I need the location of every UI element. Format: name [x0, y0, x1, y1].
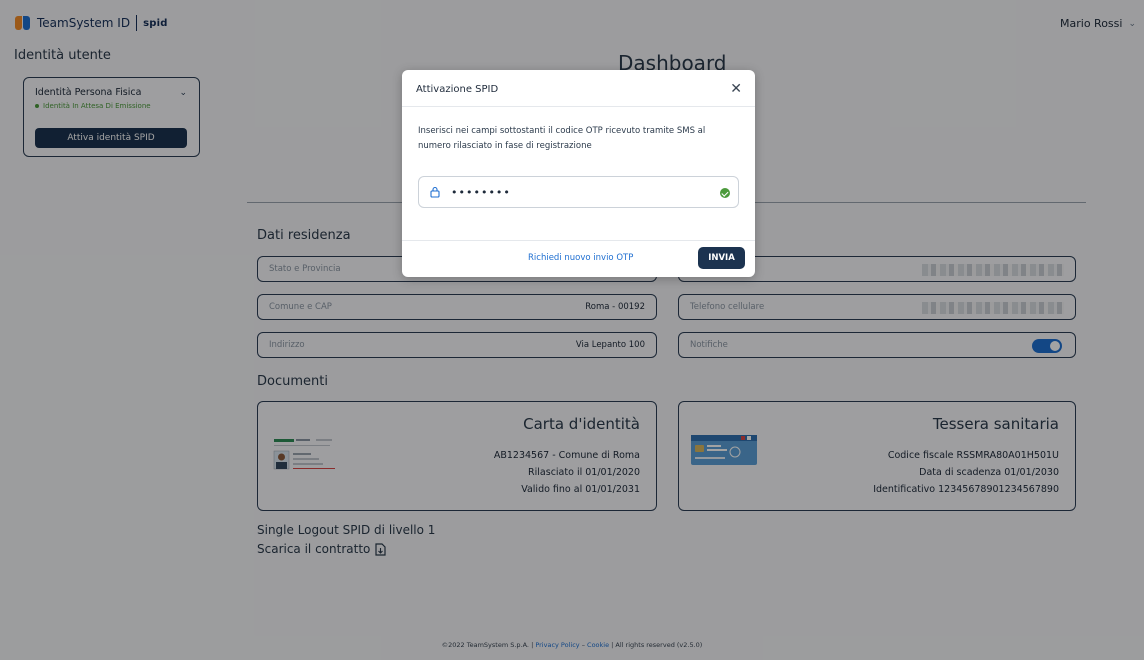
- spid-activation-modal: Attivazione SPID ✕ Inserisci nei campi s…: [402, 70, 755, 277]
- otp-field[interactable]: [418, 176, 739, 208]
- page: TeamSystem ID spid Mario Rossi ⌄ Identit…: [0, 0, 1144, 660]
- close-icon[interactable]: ✕: [730, 81, 742, 97]
- modal-message: Inserisci nei campi sottostanti il codic…: [418, 126, 706, 151]
- resend-otp-link[interactable]: Richiedi nuovo invio OTP: [528, 253, 633, 263]
- lock-icon: [430, 186, 440, 198]
- modal-divider: [402, 106, 755, 107]
- modal-footer-divider: [402, 240, 755, 241]
- check-circle-icon: [720, 188, 730, 198]
- otp-input[interactable]: [451, 184, 711, 200]
- submit-button[interactable]: INVIA: [698, 247, 745, 269]
- modal-title: Attivazione SPID: [416, 84, 499, 95]
